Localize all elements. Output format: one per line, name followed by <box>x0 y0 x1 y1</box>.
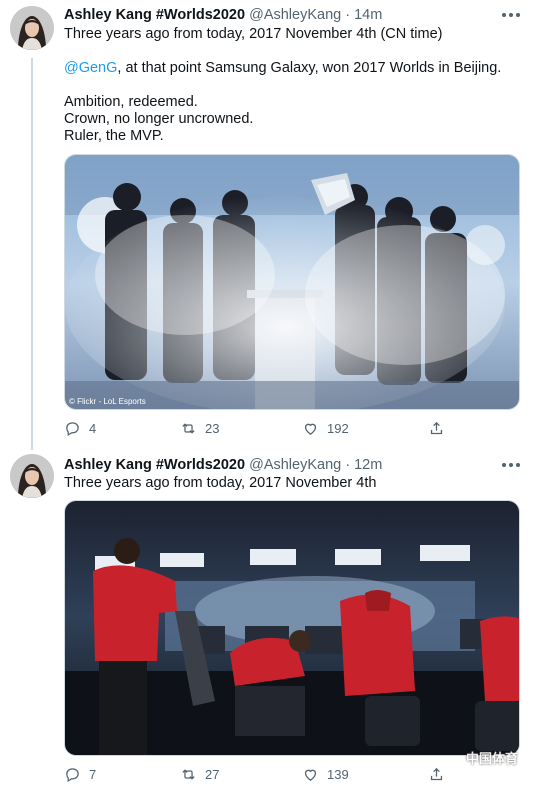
thread-line <box>31 58 33 450</box>
more-icon[interactable] <box>502 459 520 471</box>
tweet-line: Ruler, the MVP. <box>64 128 164 144</box>
timestamp[interactable]: 12m <box>354 457 382 473</box>
author-name[interactable]: Ashley Kang #Worlds2020 <box>64 457 245 473</box>
author-handle[interactable]: @AshleyKang <box>249 457 341 473</box>
retweet-icon <box>182 423 195 434</box>
retweet-button[interactable]: 23 <box>180 420 219 437</box>
tweet-header: Ashley Kang #Worlds2020 @AshleyKang · 12… <box>64 456 382 474</box>
author-name[interactable]: Ashley Kang #Worlds2020 <box>64 7 245 23</box>
retweet-button[interactable]: 27 <box>180 766 219 783</box>
tweet-line: Crown, no longer uncrowned. <box>64 111 254 127</box>
tweet-actions: 4 23 192 <box>64 420 484 440</box>
author-handle[interactable]: @AshleyKang <box>249 7 341 23</box>
like-count: 139 <box>327 767 349 782</box>
reply-icon <box>66 768 79 783</box>
retweet-icon <box>182 769 195 780</box>
tweet-2[interactable]: Ashley Kang #Worlds2020 @AshleyKang · 12… <box>0 450 534 790</box>
tweet-text: Three years ago from today, 2017 Novembe… <box>64 26 520 145</box>
retweet-count: 23 <box>205 421 220 436</box>
reply-button[interactable]: 7 <box>64 766 96 783</box>
share-icon <box>430 767 443 781</box>
tweet-line: Three years ago from today, 2017 Novembe… <box>64 26 443 42</box>
share-button[interactable] <box>428 420 445 437</box>
share-icon <box>430 421 443 435</box>
tweet-image[interactable]: © Flickr - LoL Esports <box>64 154 520 410</box>
trophy-ceremony-photo <box>65 155 519 409</box>
share-button[interactable] <box>428 766 445 783</box>
separator: · <box>345 7 351 23</box>
watermark: 中国体育 <box>465 751 518 766</box>
avatar[interactable] <box>10 454 54 498</box>
like-icon <box>304 769 317 781</box>
separator: · <box>345 457 351 473</box>
reply-button[interactable]: 4 <box>64 420 96 437</box>
reply-icon <box>66 422 79 437</box>
like-count: 192 <box>327 421 349 436</box>
tweet-line: Ambition, redeemed. <box>64 94 198 110</box>
more-icon[interactable] <box>502 9 520 21</box>
like-button[interactable]: 192 <box>302 420 349 437</box>
timestamp[interactable]: 14m <box>354 7 382 23</box>
avatar[interactable] <box>10 6 54 50</box>
retweet-count: 27 <box>205 767 220 782</box>
reply-count: 7 <box>89 767 97 782</box>
tweet-header: Ashley Kang #Worlds2020 @AshleyKang · 14… <box>64 6 382 24</box>
image-credit: © Flickr - LoL Esports <box>69 397 146 406</box>
like-button[interactable]: 139 <box>302 766 349 783</box>
tweet-text: Three years ago from today, 2017 Novembe… <box>64 475 520 492</box>
esports-booth-photo <box>65 501 519 755</box>
mention-link[interactable]: @GenG <box>64 60 117 76</box>
tweet-1[interactable]: Ashley Kang #Worlds2020 @AshleyKang · 14… <box>0 0 534 450</box>
tweet-image[interactable] <box>64 500 520 756</box>
tweet-line: Three years ago from today, 2017 Novembe… <box>64 475 377 491</box>
tweet-line: @GenG, at that point Samsung Galaxy, won… <box>64 60 520 77</box>
like-icon <box>304 423 317 435</box>
tweet-actions: 7 27 139 <box>64 766 484 786</box>
reply-count: 4 <box>89 421 97 436</box>
tweet-line-rest: , at that point Samsung Galaxy, won 2017… <box>117 60 502 76</box>
